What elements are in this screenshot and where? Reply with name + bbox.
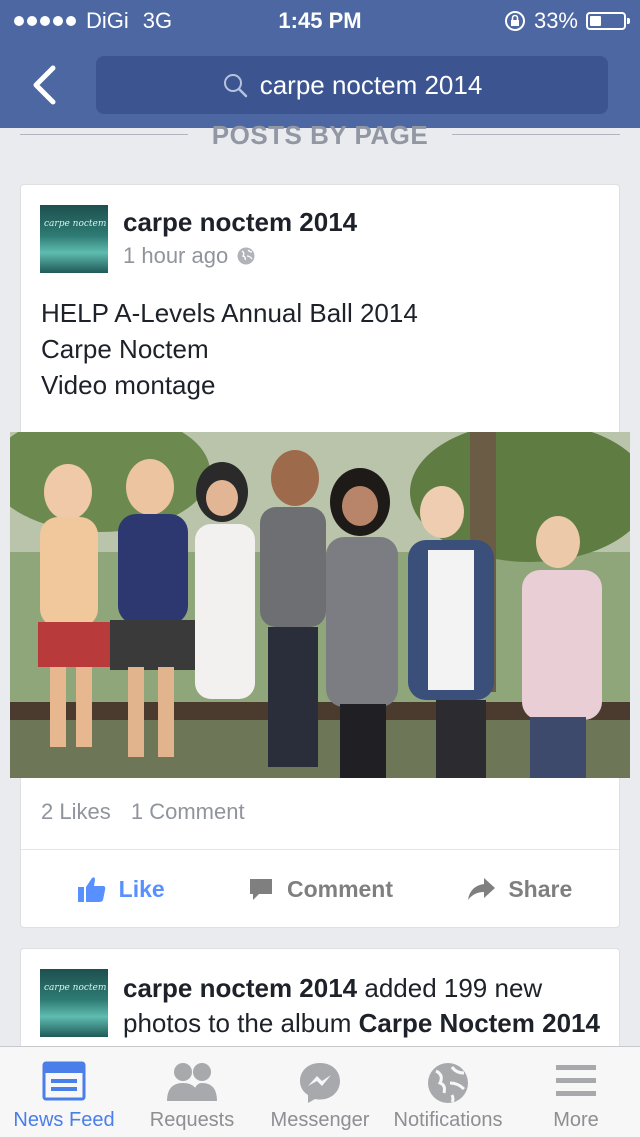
post-timestamp[interactable]: 1 hour ago	[123, 243, 256, 269]
post-text-line: HELP A-Levels Annual Ball 2014	[41, 298, 418, 328]
comments-count[interactable]: 1 Comment	[131, 799, 245, 824]
page-avatar[interactable]: carpe noctem	[40, 969, 108, 1037]
like-label: Like	[118, 875, 165, 902]
post-text-line: Carpe Noctem	[41, 334, 209, 364]
tab-more[interactable]: More	[512, 1047, 640, 1137]
thumbs-up-icon	[77, 877, 105, 902]
comment-button[interactable]: Comment	[220, 851, 419, 927]
post-time: 1 hour ago	[123, 243, 229, 268]
menu-icon	[556, 1065, 596, 1096]
tab-label: Notifications	[393, 1109, 503, 1131]
section-title: POSTS BY PAGE	[211, 120, 429, 150]
likes-count[interactable]: 2 Likes	[41, 799, 111, 824]
tab-requests[interactable]: Requests	[128, 1047, 256, 1137]
news-feed-icon	[42, 1061, 86, 1101]
tab-notifications[interactable]: Notifications	[384, 1047, 512, 1137]
globe-icon	[428, 1063, 468, 1103]
chevron-left-icon	[33, 65, 56, 105]
share-label: Share	[508, 875, 573, 902]
globe-icon	[237, 247, 255, 265]
search-icon	[223, 74, 247, 98]
section-header: POSTS BY PAGE	[0, 118, 640, 154]
group-photo-image	[10, 432, 630, 778]
post-summary: carpe noctem 2014 added 199 new photos t…	[123, 971, 603, 1041]
avatar-caption: carpe noctem	[44, 983, 107, 993]
status-bar: DiGi 3G 1:45 PM 33%	[0, 0, 640, 40]
tab-news-feed[interactable]: News Feed	[0, 1047, 128, 1137]
top-navigation-bar: DiGi 3G 1:45 PM 33% carpe noctem 2014	[0, 0, 640, 128]
comment-label: Comment	[286, 875, 394, 902]
tab-label: Messenger	[270, 1109, 370, 1131]
tab-label: News Feed	[13, 1109, 115, 1131]
search-input[interactable]: carpe noctem 2014	[96, 56, 608, 114]
battery-icon	[586, 12, 630, 30]
page-avatar[interactable]: carpe noctem	[40, 205, 108, 273]
post-text-line: Video montage	[41, 370, 216, 400]
requests-icon	[167, 1063, 217, 1101]
album-link[interactable]: Carpe Noctem 2014	[359, 1008, 600, 1038]
action-divider	[21, 849, 619, 850]
tab-messenger[interactable]: Messenger	[256, 1047, 384, 1137]
page-name-link[interactable]: carpe noctem 2014	[123, 207, 357, 238]
tab-label: Requests	[149, 1109, 235, 1131]
search-query: carpe noctem 2014	[259, 69, 483, 100]
tab-label: More	[553, 1109, 599, 1131]
page-name-link[interactable]: carpe noctem 2014	[123, 973, 357, 1003]
rotation-lock-icon	[504, 11, 525, 31]
avatar-caption: carpe noctem	[44, 219, 107, 229]
messenger-icon	[300, 1063, 340, 1103]
back-button[interactable]	[22, 60, 72, 110]
divider-right	[452, 134, 620, 135]
share-button[interactable]: Share	[420, 851, 619, 927]
battery-info: 33%	[504, 8, 630, 34]
post-text: HELP A-Levels Annual Ball 2014 Carpe Noc…	[41, 295, 418, 403]
share-arrow-icon	[468, 878, 496, 900]
post-photo[interactable]	[10, 432, 630, 778]
engagement-counts: 2 Likes 1 Comment	[41, 799, 259, 825]
comment-icon	[249, 879, 272, 900]
bottom-tab-bar: News Feed Requests Messenger Notificatio…	[0, 1046, 640, 1137]
post-actions: Like Comment Share	[21, 851, 619, 927]
like-button[interactable]: Like	[21, 851, 220, 927]
battery-percent: 33%	[533, 8, 578, 33]
